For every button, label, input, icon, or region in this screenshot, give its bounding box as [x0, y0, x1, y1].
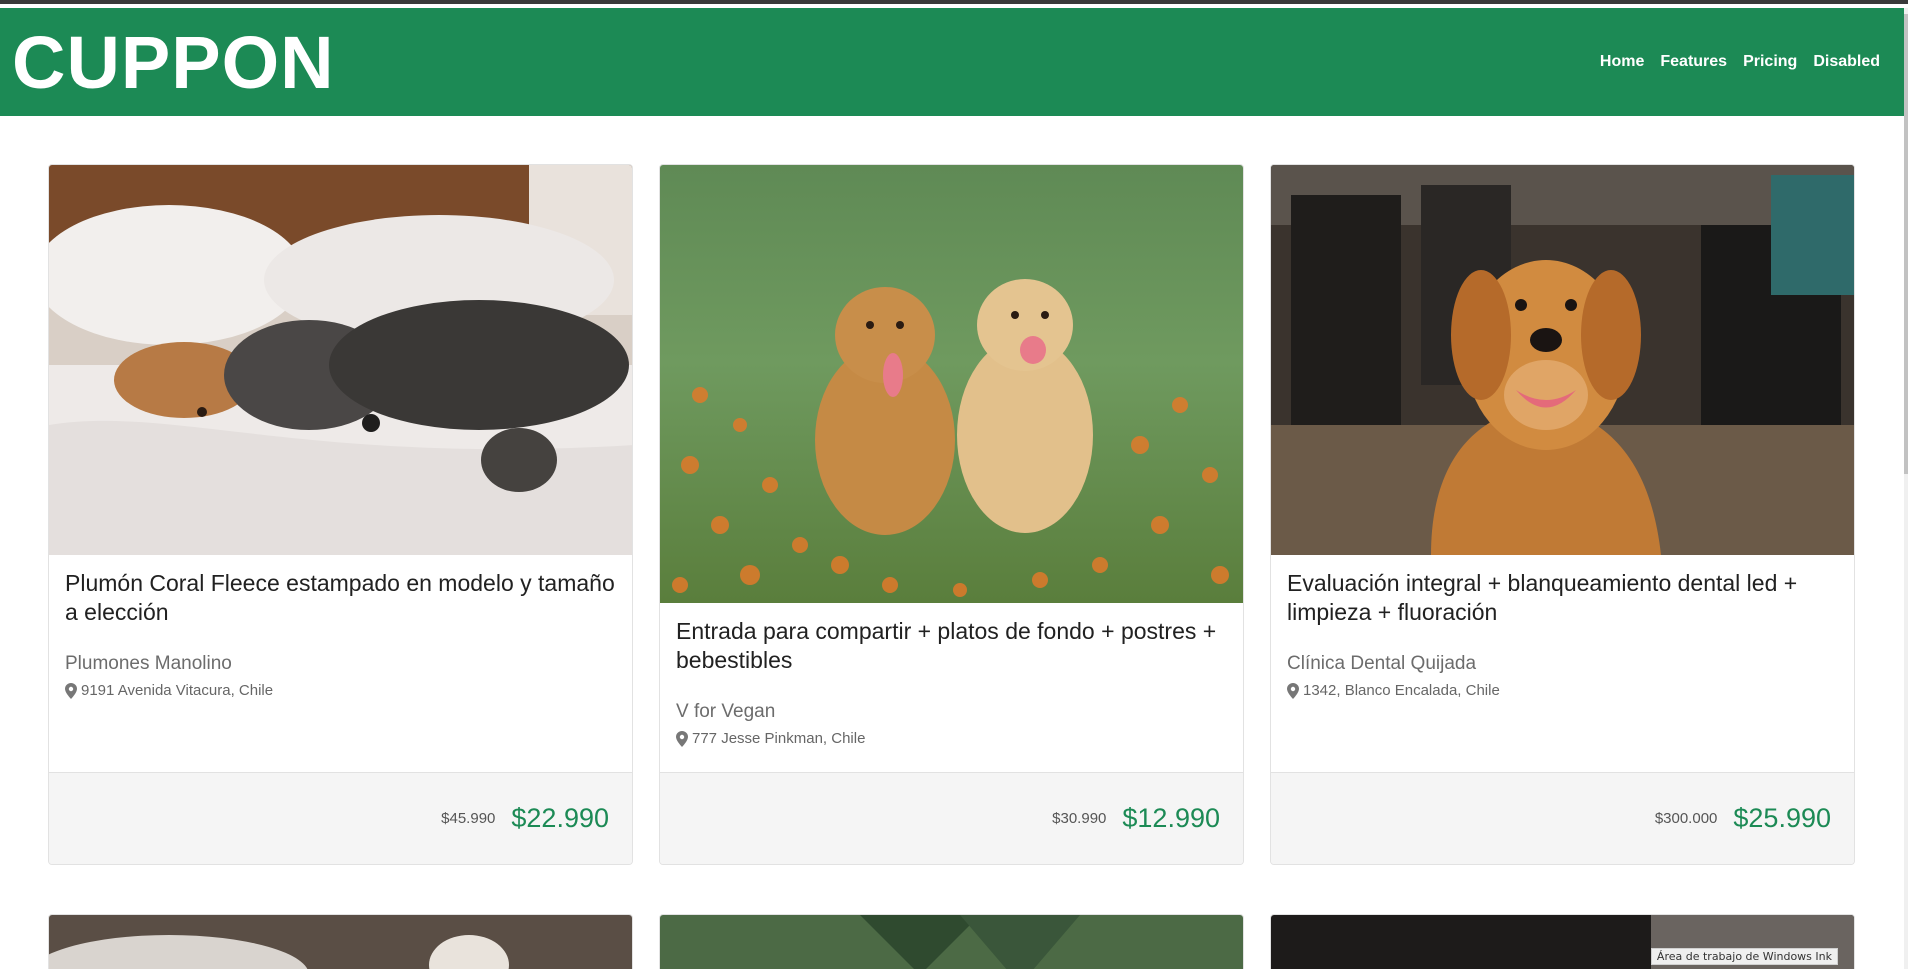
nav-pricing[interactable]: Pricing — [1743, 53, 1797, 71]
brand-logo[interactable]: CUPPON — [12, 20, 335, 105]
navbar: CUPPON Home Features Pricing Disabled — [0, 8, 1904, 116]
deal-card[interactable]: Plumón Coral Fleece estampado en modelo … — [48, 164, 633, 865]
deals-grid: Plumón Coral Fleece estampado en modelo … — [48, 164, 1856, 969]
map-pin-icon — [1287, 682, 1299, 699]
old-price: $45.990 — [441, 810, 496, 827]
deal-card-partial[interactable] — [659, 914, 1244, 969]
old-price: $30.990 — [1052, 810, 1107, 827]
merchant-address: 1342, Blanco Encalada, Chile — [1287, 682, 1838, 699]
card-footer: $30.990 $12.990 — [660, 772, 1243, 864]
merchant-name: Clínica Dental Quijada — [1287, 653, 1477, 674]
deal-card[interactable]: Evaluación integral + blanqueamiento den… — [1270, 164, 1855, 865]
address-text: 777 Jesse Pinkman, Chile — [692, 730, 866, 747]
deal-image-dogs-on-bed[interactable] — [49, 165, 632, 555]
deal-card-partial[interactable] — [48, 914, 633, 969]
card-body: Plumón Coral Fleece estampado en modelo … — [49, 555, 632, 772]
dogs-on-bed-image — [49, 165, 632, 555]
merchant-name: Plumones Manolino — [65, 653, 232, 674]
deal-title[interactable]: Plumón Coral Fleece estampado en modelo … — [65, 569, 616, 627]
scrollbar-thumb[interactable] — [1904, 14, 1908, 474]
new-price: $25.990 — [1733, 803, 1831, 833]
address-text: 9191 Avenida Vitacura, Chile — [81, 682, 274, 699]
card-footer: $300.000 $25.990 — [1271, 772, 1854, 864]
merchant-name: V for Vegan — [676, 701, 776, 722]
golden-retriever-image — [1271, 165, 1854, 555]
deal-card[interactable]: Entrada para compartir + platos de fondo… — [659, 164, 1244, 865]
deal-image-partial — [660, 915, 1243, 969]
old-price: $300.000 — [1654, 810, 1718, 827]
card-body: Evaluación integral + blanqueamiento den… — [1271, 555, 1854, 772]
deal-image-partial — [49, 915, 632, 969]
new-price: $12.990 — [1122, 803, 1220, 833]
nav-disabled[interactable]: Disabled — [1813, 53, 1880, 71]
address-text: 1342, Blanco Encalada, Chile — [1303, 682, 1500, 699]
merchant-address: 9191 Avenida Vitacura, Chile — [65, 682, 616, 699]
card-body: Entrada para compartir + platos de fondo… — [660, 603, 1243, 772]
card-footer: $45.990 $22.990 — [49, 772, 632, 864]
deal-title[interactable]: Entrada para compartir + platos de fondo… — [676, 617, 1227, 675]
windows-ink-label[interactable]: Área de trabajo de Windows Ink — [1650, 948, 1838, 965]
map-pin-icon — [65, 682, 77, 699]
deal-image-puppies[interactable] — [660, 165, 1243, 603]
deal-image-golden-retriever[interactable] — [1271, 165, 1854, 555]
puppies-image — [660, 165, 1243, 603]
nav-home[interactable]: Home — [1600, 53, 1644, 71]
map-pin-icon — [676, 730, 688, 747]
nav-links: Home Features Pricing Disabled — [1600, 53, 1880, 71]
new-price: $22.990 — [511, 803, 609, 833]
merchant-address: 777 Jesse Pinkman, Chile — [676, 730, 1227, 747]
nav-features[interactable]: Features — [1660, 53, 1727, 71]
deal-title[interactable]: Evaluación integral + blanqueamiento den… — [1287, 569, 1838, 627]
